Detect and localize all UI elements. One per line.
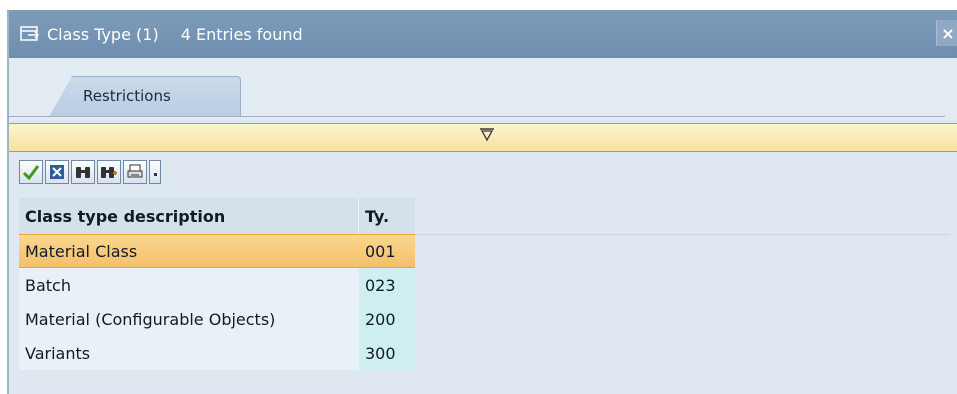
find-next-icon <box>101 167 117 178</box>
continue-button[interactable] <box>19 160 43 184</box>
restrictions-toggle-bar[interactable] <box>9 123 957 152</box>
row-description: Batch <box>19 268 359 302</box>
column-header-description[interactable]: Class type description <box>19 198 359 234</box>
expand-triangle-icon <box>480 128 494 142</box>
table-header-extension <box>415 198 950 235</box>
row-type: 023 <box>359 268 415 302</box>
table-row[interactable]: Material (Configurable Objects) 200 <box>19 302 415 336</box>
binoculars-icon <box>76 167 90 178</box>
row-description: Material (Configurable Objects) <box>19 302 359 336</box>
row-type: 300 <box>359 336 415 370</box>
dialog-titlebar: Class Type (1) 4 Entries found × <box>9 10 957 58</box>
result-toolbar <box>19 160 161 186</box>
print-dropdown-button[interactable] <box>149 160 161 184</box>
dialog-window-icon <box>20 26 40 41</box>
value-help-dialog: Class Type (1) 4 Entries found × Restric… <box>7 10 957 394</box>
table-header: Class type description Ty. <box>19 198 415 234</box>
checkmark-icon <box>22 165 40 180</box>
entries-found-text: 4 Entries found <box>180 24 303 44</box>
close-button[interactable]: × <box>936 20 957 46</box>
results-table: Class type description Ty. Material Clas… <box>19 198 950 370</box>
row-type: 200 <box>359 302 415 336</box>
row-type: 001 <box>359 235 415 267</box>
find-button[interactable] <box>71 160 95 184</box>
find-next-button[interactable] <box>97 160 121 184</box>
cancel-button[interactable] <box>45 160 69 184</box>
table-row[interactable]: Variants 300 <box>19 336 415 370</box>
tab-restrictions-label: Restrictions <box>83 87 171 105</box>
table-row[interactable]: Batch 023 <box>19 268 415 302</box>
table-row[interactable]: Material Class 001 <box>19 234 415 268</box>
row-description: Variants <box>19 336 359 370</box>
tabstrip-divider <box>9 116 945 117</box>
print-icon <box>127 164 143 178</box>
print-button[interactable] <box>123 160 147 184</box>
dropdown-arrow-icon <box>154 173 157 176</box>
row-description: Material Class <box>19 235 359 267</box>
cancel-icon <box>50 165 64 179</box>
column-header-type[interactable]: Ty. <box>359 198 415 234</box>
dialog-title: Class Type (1) <box>47 24 159 44</box>
